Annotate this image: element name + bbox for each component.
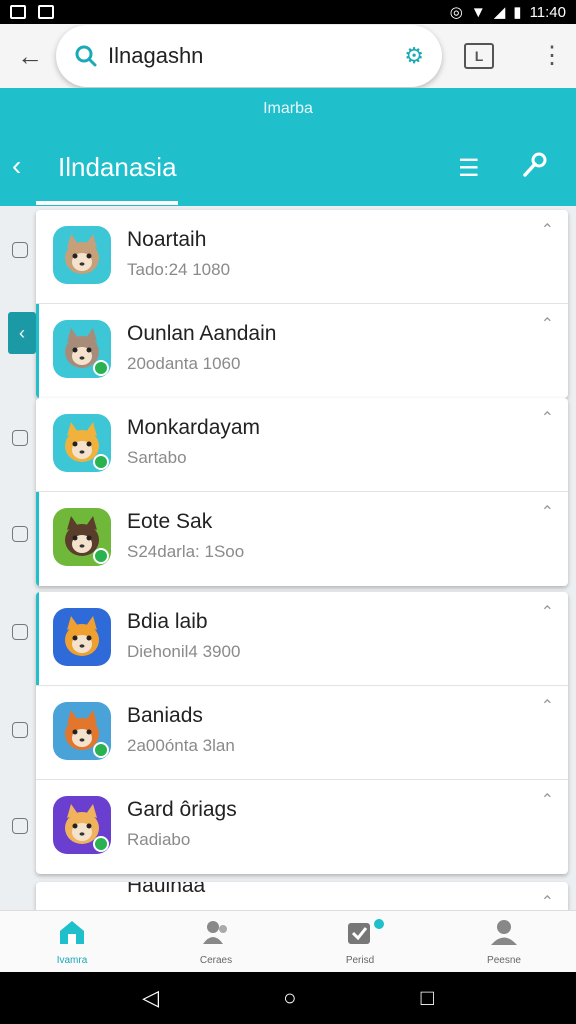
chevron-left-icon: ‹ [19, 322, 25, 343]
ninja-app-icon [53, 508, 111, 566]
list-icon[interactable]: ☰ [458, 154, 480, 183]
chevron-up-icon[interactable]: ⌃ [541, 220, 554, 240]
app-bar: ← Ilnagashn ⚙ L ⋮ [0, 24, 576, 88]
app-title: Monkardayam [127, 416, 261, 439]
chevron-up-icon[interactable]: ⌃ [541, 502, 554, 522]
home-icon [57, 918, 87, 951]
nav-item-1[interactable]: Ceraes [144, 911, 288, 972]
nav-label: Ceraes [199, 954, 233, 966]
section-header: Imarba ‹ Ilndanasia ☰ [0, 88, 576, 206]
chevron-up-icon[interactable]: ⌃ [541, 790, 554, 810]
chevron-left-icon[interactable]: ‹ [12, 150, 21, 182]
notification-mail-icon [38, 5, 54, 19]
update-badge-icon [93, 836, 109, 852]
chevron-up-icon[interactable]: ⌃ [541, 408, 554, 428]
app-subtitle: S24darla: 1Soo [127, 542, 245, 561]
list-item[interactable]: Bdia laib Diehonil4 3900 ⌃ [36, 592, 568, 686]
app-title: Gard ôriags [127, 798, 237, 821]
app-subtitle: Radiabo [127, 830, 191, 849]
chevron-up-icon[interactable]: ⌃ [541, 314, 554, 334]
tab-indicator [36, 201, 178, 205]
app-title: Eote Sak [127, 510, 213, 533]
system-navigation-bar: ◁ ○ □ [0, 972, 576, 1024]
more-options-button[interactable]: ⋮ [540, 44, 564, 68]
search-input[interactable]: Ilnagashn [108, 43, 394, 69]
update-badge-icon [93, 360, 109, 376]
app-title: Haulhaa [127, 882, 206, 897]
arrow-left-icon: ← [17, 40, 43, 71]
back-triangle-icon[interactable]: ◁ [142, 985, 159, 1011]
list-item[interactable]: Baniads 2a00ónta 3lan ⌃ [36, 686, 568, 780]
wrench-icon[interactable] [522, 152, 548, 185]
cat-app-icon [53, 320, 111, 378]
header-subtitle: Imarba [263, 100, 313, 117]
app-subtitle: 20odanta 1060 [127, 354, 241, 373]
nav-item-2[interactable]: Perisd [288, 911, 432, 972]
update-badge-icon [93, 454, 109, 470]
status-bar: ◎ ▼ ◢ ▮ 11:40 [0, 0, 576, 24]
update-badge-icon [93, 742, 109, 758]
person-icon [489, 918, 519, 951]
signal-icon: ◢ [493, 4, 506, 21]
app-subtitle: 2a00ónta 3lan [127, 736, 235, 755]
tab-square-icon: L [474, 48, 484, 64]
wifi-icon: ▼ [470, 3, 486, 21]
list-item-partial[interactable]: Haulhaa ⌃ [36, 882, 568, 910]
recents-square-icon[interactable]: □ [421, 985, 434, 1011]
list-item[interactable]: Ounlan Aandain 20odanta 1060 ⌃ [36, 304, 568, 398]
side-drawer-handle[interactable]: ‹ [8, 312, 36, 354]
list-item[interactable]: Monkardayam Sartabo ⌃ [36, 398, 568, 492]
hero-app-icon [53, 702, 111, 760]
bottom-navigation: Ivamra Ceraes Perisd Peesne [0, 910, 576, 972]
alarm-icon: ◎ [449, 4, 463, 21]
status-time: 11:40 [529, 3, 566, 21]
app-title: Noartaih [127, 228, 207, 251]
chevron-up-icon[interactable]: ⌃ [541, 696, 554, 716]
list-item[interactable]: Noartaih Tado:24 1080 ⌃ [36, 210, 568, 304]
select-checkbox[interactable] [12, 430, 28, 446]
select-checkbox[interactable] [12, 526, 28, 542]
app-group: Monkardayam Sartabo ⌃ Eote Sak S24darla: 1So… [36, 398, 568, 586]
search-box[interactable]: Ilnagashn ⚙ [56, 25, 442, 87]
nav-item-3[interactable]: Peesne [432, 911, 576, 972]
app-subtitle: Sartabo [127, 448, 187, 467]
app-group: Noartaih Tado:24 1080 ⌃ Ounlan Aandain 20oda… [36, 210, 568, 398]
nav-label: Ivamra [56, 954, 88, 966]
app-title: Baniads [127, 704, 203, 727]
update-badge-icon [93, 548, 109, 564]
gear-icon[interactable]: ⚙ [404, 43, 424, 69]
fox-app-icon [53, 414, 111, 472]
nav-label: Peesne [487, 954, 521, 966]
app-group: Bdia laib Diehonil4 3900 ⌃ Baniads 2a00ónta … [36, 592, 568, 874]
fox-girl-app-icon [53, 796, 111, 854]
list-item[interactable]: Gard ôriags Radiabo ⌃ [36, 780, 568, 874]
select-checkbox[interactable] [12, 722, 28, 738]
app-subtitle: Tado:24 1080 [127, 260, 231, 279]
chevron-up-icon[interactable]: ⌃ [541, 892, 554, 910]
people-icon [201, 918, 231, 951]
checkbox-icon [345, 918, 375, 951]
chevron-up-icon[interactable]: ⌃ [541, 602, 554, 622]
notification-dot [374, 919, 384, 929]
battery-icon: ▮ [513, 4, 522, 21]
app-title: Bdia laib [127, 610, 208, 633]
list-item[interactable]: Eote Sak S24darla: 1Soo ⌃ [36, 492, 568, 586]
app-title: Ounlan Aandain [127, 322, 277, 345]
warrior-app-icon [53, 608, 111, 666]
app-subtitle: Diehonil4 3900 [127, 642, 241, 661]
select-checkbox[interactable] [12, 624, 28, 640]
page-title: Ilndanasia [58, 152, 177, 182]
app-list: ‹ Noartaih Tado:24 1080 ⌃ Ounlan Aandain 20o… [0, 206, 576, 910]
nav-label: Perisd [345, 954, 375, 966]
select-checkbox[interactable] [12, 242, 28, 258]
back-button[interactable]: ← [12, 38, 48, 74]
tabs-button[interactable]: L [464, 43, 494, 69]
select-checkbox[interactable] [12, 818, 28, 834]
home-circle-icon[interactable]: ○ [283, 985, 296, 1011]
nav-item-0[interactable]: Ivamra [0, 911, 144, 972]
notification-image-icon [10, 5, 26, 19]
cat-app-icon [53, 226, 111, 284]
search-icon [75, 45, 97, 67]
